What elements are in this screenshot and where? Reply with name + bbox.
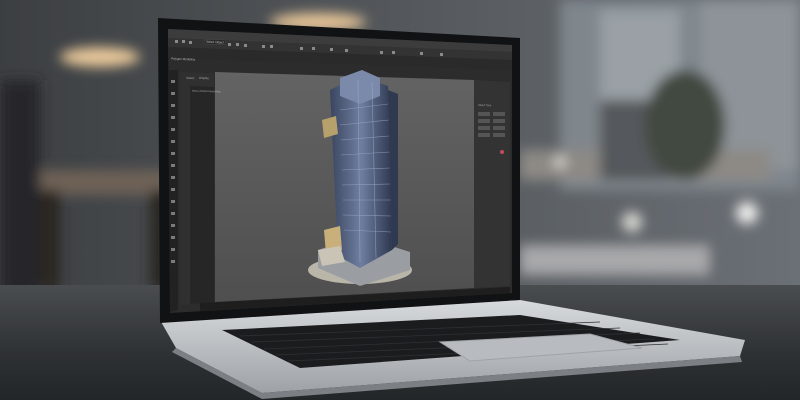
command-panel-header: Object Type <box>477 103 492 108</box>
panel-tab-select[interactable]: Select <box>186 76 194 81</box>
toolbar-search-field[interactable]: Select Object <box>206 40 224 46</box>
photo-scene: Select Object Polygon Modeling Select Di… <box>0 0 800 400</box>
scene-explorer-item[interactable]: Name (Sorted Ascending) <box>192 89 221 95</box>
laptop <box>158 18 745 399</box>
ribbon-label: Polygon Modeling <box>170 56 195 62</box>
panel-tab-display[interactable]: Display <box>199 76 209 81</box>
